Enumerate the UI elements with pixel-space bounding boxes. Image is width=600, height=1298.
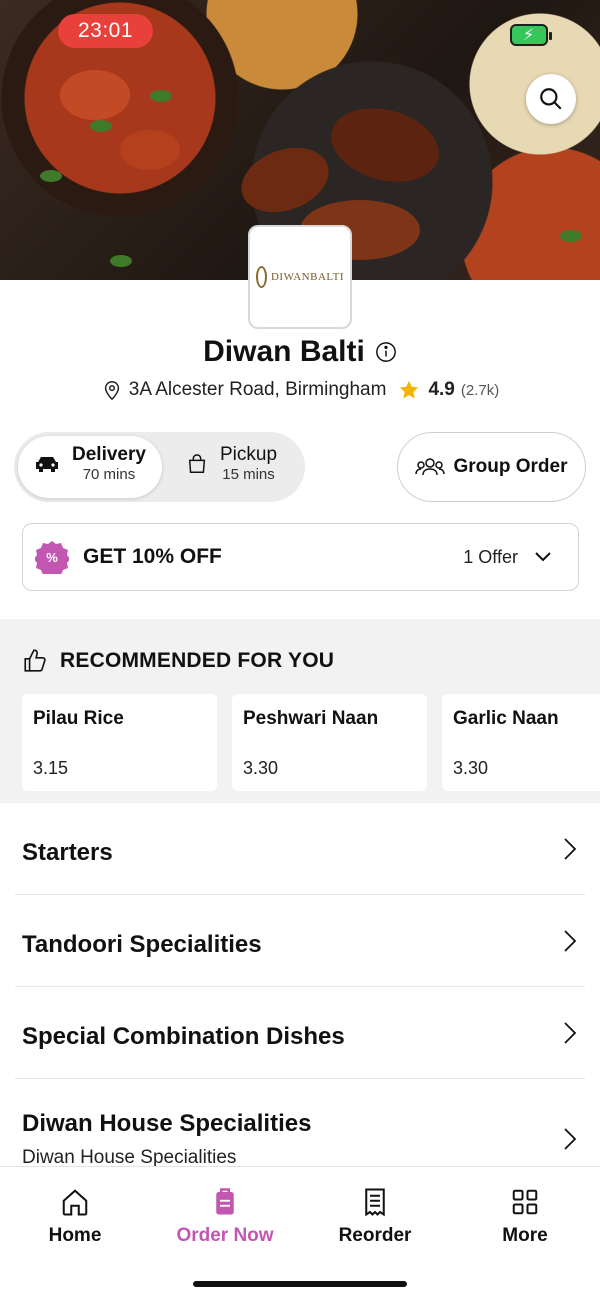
restaurant-logo: DIWANBALTI — [248, 225, 352, 329]
category-title: Diwan House Specialities — [22, 1110, 312, 1137]
bottom-tab-bar: Home Order Now Reorder More — [0, 1166, 600, 1298]
grid-icon — [512, 1189, 538, 1215]
status-time: 23:01 — [58, 14, 153, 48]
pickup-label: Pickup — [220, 444, 278, 465]
recommended-card[interactable]: Garlic Naan 3.30 — [442, 694, 600, 791]
tab-label: Reorder — [338, 1225, 412, 1246]
star-icon — [400, 380, 419, 399]
review-count: (2.7k) — [460, 381, 500, 399]
tab-more[interactable]: More — [450, 1187, 600, 1247]
discount-badge-icon: % — [35, 541, 69, 574]
order-mode-toggle: Delivery 70 mins Pickup 15 mins — [14, 432, 305, 502]
recommended-item-name: Peshwari Naan — [243, 708, 379, 729]
thumbs-up-icon — [24, 649, 46, 672]
home-icon — [62, 1189, 88, 1216]
recommended-item-price: 3.15 — [33, 758, 69, 778]
tab-label: Home — [48, 1225, 102, 1246]
rating-value: 4.9 — [428, 379, 455, 400]
group-order-label: Group Order — [453, 456, 568, 477]
chevron-right-icon — [564, 1128, 577, 1150]
pickup-time: 15 mins — [222, 466, 275, 483]
tab-home[interactable]: Home — [0, 1187, 150, 1247]
chevron-right-icon — [564, 1022, 577, 1044]
group-order-button[interactable]: Group Order — [397, 432, 586, 502]
offer-count: 1 Offer — [463, 546, 518, 567]
group-users-icon — [415, 458, 446, 476]
recommended-card[interactable]: Pilau Rice 3.15 — [22, 694, 217, 791]
delivery-time: 70 mins — [82, 466, 136, 483]
home-indicator — [193, 1281, 407, 1287]
recommended-item-price: 3.30 — [243, 758, 279, 778]
recommended-heading: RECOMMENDED FOR YOU — [60, 649, 335, 672]
tab-label: More — [502, 1225, 548, 1246]
category-title: Special Combination Dishes — [22, 1023, 345, 1050]
receipt-icon — [365, 1188, 385, 1217]
chevron-right-icon — [564, 930, 577, 952]
category-row-house[interactable]: Diwan House Specialities Diwan House Spe… — [15, 1079, 585, 1169]
chevron-right-icon — [564, 838, 577, 860]
search-button[interactable] — [526, 74, 576, 124]
tab-reorder[interactable]: Reorder — [300, 1187, 450, 1247]
offer-title: GET 10% OFF — [83, 545, 222, 568]
shopping-bag-icon — [188, 453, 206, 473]
pickup-option[interactable]: Pickup 15 mins — [186, 444, 277, 483]
recommended-card[interactable]: Peshwari Naan 3.30 — [232, 694, 427, 791]
restaurant-address: 3A Alcester Road, Birmingham — [128, 379, 387, 400]
logo-text: DIWANBALTI — [270, 271, 344, 283]
recommended-section: RECOMMENDED FOR YOU Pilau Rice 3.15 Pesh… — [0, 619, 600, 803]
recommended-item-price: 3.30 — [453, 758, 489, 778]
location-pin-icon — [104, 381, 119, 401]
offer-banner[interactable]: % GET 10% OFF 1 Offer — [22, 523, 579, 591]
category-row-combination[interactable]: Special Combination Dishes — [15, 987, 585, 1079]
svg-text:%: % — [46, 550, 58, 565]
tab-label: Order Now — [176, 1225, 274, 1246]
category-title: Tandoori Specialities — [22, 931, 262, 958]
chevron-down-icon — [535, 552, 551, 562]
restaurant-name: Diwan Balti — [203, 335, 365, 368]
order-bag-icon — [216, 1188, 234, 1215]
battery-charging-icon: ⚡ — [510, 24, 552, 46]
tab-order-now[interactable]: Order Now — [150, 1187, 300, 1247]
category-row-starters[interactable]: Starters — [15, 803, 585, 895]
search-icon — [540, 88, 562, 110]
car-icon — [36, 456, 58, 472]
info-icon[interactable] — [375, 341, 397, 363]
category-row-tandoori[interactable]: Tandoori Specialities — [15, 895, 585, 987]
recommended-item-name: Garlic Naan — [453, 708, 559, 729]
delivery-option-content[interactable]: Delivery 70 mins — [34, 444, 146, 483]
recommended-item-name: Pilau Rice — [33, 708, 124, 729]
logo-seal-icon — [256, 266, 267, 288]
delivery-label: Delivery — [72, 444, 146, 465]
category-title: Starters — [22, 839, 113, 866]
